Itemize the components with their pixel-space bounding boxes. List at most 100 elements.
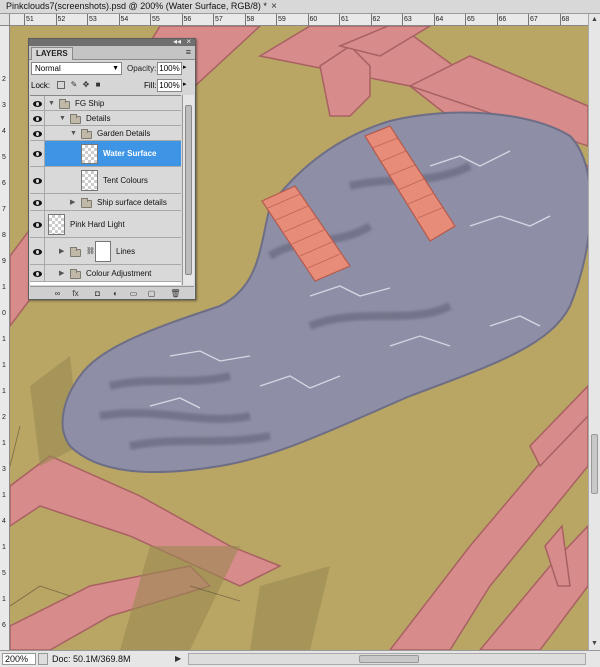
trash-icon[interactable]: 🗑 [170,288,181,299]
folder-icon[interactable]: ▭ [128,288,139,299]
layer-row[interactable]: ▼ Garden Details [30,126,181,141]
lock-position-icon[interactable]: ✥ [81,80,91,90]
panel-tab-row: LAYERS ≡ [29,46,195,60]
layer-row[interactable]: Pink Hard Light [30,211,181,238]
layer-name: Water Surface [103,149,157,158]
ruler-tick-label: 1 [2,362,6,369]
eye-icon [33,151,42,157]
ruler-tick-label: 1 [2,284,6,291]
layers-list[interactable]: ▼ FG Ship ▼ Details ▼ Garden Details Water Sur… [30,95,181,285]
layer-row[interactable]: ▶ ⛓ Lines [30,238,181,265]
layer-row[interactable]: ▼ Details [30,111,181,126]
blend-mode-select[interactable]: Normal ▼ [31,62,122,75]
tab-layers[interactable]: LAYERS [31,47,73,60]
panel-menu-icon[interactable]: ≡ [186,47,191,57]
layer-name: Garden Details [97,128,151,138]
mask-icon[interactable]: ◘ [92,288,103,299]
collapse-triangle-icon[interactable]: ▶ [59,270,64,278]
lock-row: Lock: ✎ ✥ ■ Fill: 100% ▸ [31,79,193,93]
blend-mode-value: Normal [35,64,61,73]
ruler-tick-label: 1 [2,336,6,343]
opacity-dropdown-icon[interactable]: ▸ [183,63,187,71]
panel-close-icon[interactable]: × [186,37,191,46]
fx-icon[interactable]: fx [70,288,81,299]
layer-row[interactable]: Tent Colours [30,167,181,194]
ruler-tick-label: 0 [2,310,6,317]
scroll-up-icon[interactable]: ▲ [589,14,600,25]
ruler-tick-label: 67 [530,16,538,23]
blend-row: Normal ▼ Opacity: 100% ▸ [31,62,193,76]
ruler-tick [213,14,214,25]
adjustment-icon[interactable]: ◐ [110,288,121,299]
expand-triangle-icon[interactable]: ▼ [48,100,55,108]
layer-thumbnail[interactable] [81,144,98,164]
layer-name: Tent Colours [103,175,148,185]
zoom-field[interactable]: 200% [2,653,36,665]
document-icon[interactable] [38,653,48,665]
fill-dropdown-icon[interactable]: ▸ [183,80,187,88]
fill-input[interactable]: 100% [157,79,182,92]
status-menu-icon[interactable]: ▶ [175,654,181,663]
layers-scroll-thumb[interactable] [185,105,192,275]
ruler-tick-label: 4 [2,128,6,135]
mask-thumbnail[interactable] [95,241,111,262]
lock-label: Lock: [31,81,51,90]
visibility-toggle[interactable] [30,96,45,110]
scroll-down-icon[interactable]: ▼ [589,638,600,649]
layer-name: Pink Hard Light [70,219,125,229]
eye-icon [33,199,42,206]
collapse-icon[interactable]: ◂◂ [173,37,181,46]
lock-all-icon[interactable]: ■ [93,80,103,90]
expand-triangle-icon[interactable]: ▼ [70,130,77,138]
eye-icon [33,115,42,122]
visibility-toggle[interactable] [30,111,45,125]
layer-row[interactable]: ▶ Colour Adjustment [30,265,181,282]
layer-name: Colour Adjustment [86,268,152,278]
ruler-tick-label: 59 [278,16,286,23]
visibility-toggle[interactable] [30,126,45,140]
visibility-toggle[interactable] [30,167,45,193]
layer-thumbnail[interactable] [48,214,65,235]
ruler-tick [402,14,403,25]
horizontal-ruler[interactable]: 51 52 53 54 55 56 57 58 59 60 61 62 63 64 65 66 67 68 [10,14,588,26]
visibility-toggle[interactable] [30,238,45,264]
layer-name: FG Ship [75,98,105,108]
horizontal-scrollbar[interactable] [188,653,586,665]
layer-thumbnail[interactable] [81,170,98,191]
opacity-input[interactable]: 100% [157,62,182,75]
visibility-toggle[interactable] [30,211,45,237]
ruler-tick-label: 62 [372,16,381,23]
close-icon[interactable]: × [269,0,279,13]
scroll-thumb[interactable] [591,434,598,494]
vertical-scrollbar[interactable]: ▲ ▼ [588,14,600,650]
layer-row[interactable]: ▼ FG Ship [30,96,181,111]
ruler-tick-label: 68 [561,16,570,23]
document-tab[interactable]: Pinkclouds7(screenshots).psd @ 200% (Wat… [0,0,600,14]
ruler-tick-label: 61 [341,16,349,23]
ruler-tick-label: 4 [2,518,6,525]
collapse-triangle-icon[interactable]: ▶ [59,248,64,256]
layer-row[interactable]: ▶ Ship surface details [30,194,181,211]
panel-titlebar[interactable]: ◂◂ × [29,37,195,46]
layer-row[interactable]: Water Surface [30,141,181,167]
expand-triangle-icon[interactable]: ▼ [59,115,66,123]
ruler-tick-label: 63 [404,16,412,23]
visibility-toggle[interactable] [30,194,45,210]
visibility-toggle[interactable] [30,265,45,281]
collapse-triangle-icon[interactable]: ▶ [70,199,75,207]
link-icon[interactable]: ∞ [52,288,63,299]
new-layer-icon[interactable]: ▢ [146,288,157,299]
status-bar: 200% Doc: 50.1M/369.8M ▶ [0,650,600,667]
lock-transparency-icon[interactable] [57,81,65,89]
visibility-toggle[interactable] [30,141,45,166]
ruler-tick [339,14,340,25]
ruler-tick-label: 8 [2,232,6,239]
lock-pixels-icon[interactable]: ✎ [69,80,79,90]
ruler-tick [24,14,25,25]
folder-icon [81,197,92,208]
chain-icon[interactable]: ⛓ [86,247,95,255]
vertical-ruler[interactable]: 2345678910111213141516 [0,26,10,650]
horizontal-scroll-thumb[interactable] [359,655,419,663]
ruler-tick-label: 53 [89,16,97,23]
layers-scrollbar[interactable] [182,95,194,285]
